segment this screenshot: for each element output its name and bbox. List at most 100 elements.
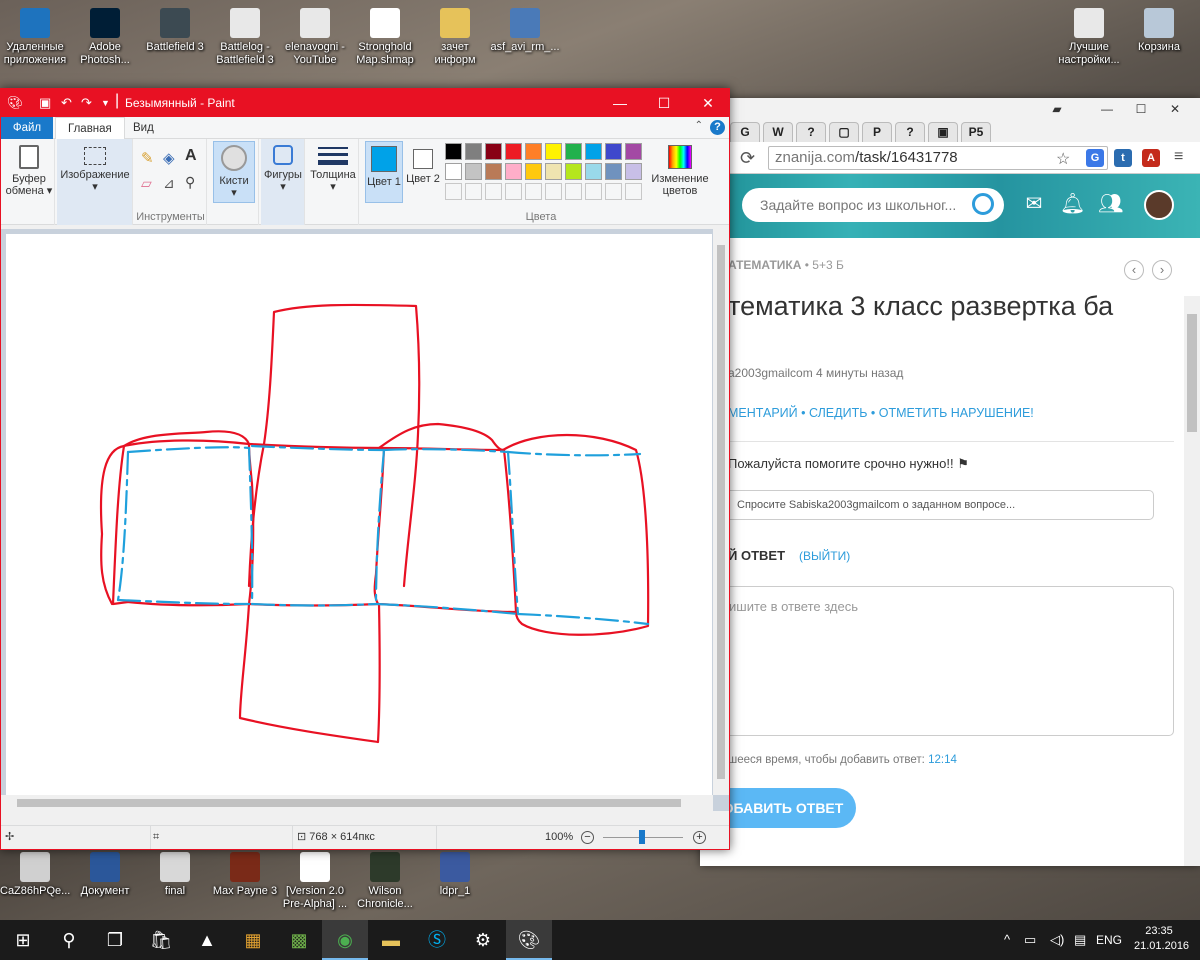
minimize-button[interactable]: — bbox=[597, 89, 643, 117]
palette-swatch[interactable] bbox=[625, 143, 642, 160]
custom-color-slot[interactable] bbox=[565, 183, 582, 200]
bell-icon[interactable]: 🔔︎ bbox=[1060, 194, 1085, 214]
browser-tab[interactable]: P bbox=[862, 122, 892, 142]
custom-color-slot[interactable] bbox=[445, 183, 462, 200]
palette-swatch[interactable] bbox=[605, 143, 622, 160]
palette-swatch[interactable] bbox=[465, 163, 482, 180]
desktop-shortcut[interactable]: Удаленные приложения bbox=[0, 8, 70, 67]
tab-view[interactable]: Вид bbox=[121, 117, 166, 139]
avatar[interactable] bbox=[1144, 190, 1174, 220]
next-arrow-icon[interactable]: › bbox=[1152, 260, 1172, 280]
browser-tab[interactable]: ? bbox=[895, 122, 925, 142]
desktop-shortcut[interactable]: Battlelog - Battlefield 3 bbox=[210, 8, 280, 67]
drawing-canvas[interactable] bbox=[6, 234, 712, 804]
zoom-in-button[interactable]: + bbox=[693, 831, 706, 844]
fill-icon[interactable]: ◈ bbox=[163, 149, 175, 167]
steam-icon[interactable]: ⚙ bbox=[460, 920, 506, 960]
reload-icon[interactable]: ⟳ bbox=[740, 148, 755, 169]
palette-swatch[interactable] bbox=[465, 143, 482, 160]
network-icon[interactable]: ▭ bbox=[1024, 920, 1036, 960]
paint-taskbar-icon[interactable]: 🎨︎ bbox=[506, 920, 552, 960]
desktop-shortcut[interactable]: Max Payne 3 bbox=[210, 852, 280, 898]
notifications-icon[interactable]: ▤ bbox=[1074, 920, 1086, 960]
color1-button[interactable]: Цвет 1 bbox=[365, 141, 403, 203]
desktop-shortcut[interactable]: Лучшие настройки... bbox=[1054, 8, 1124, 67]
chrome-taskbar-icon[interactable]: ◉ bbox=[322, 920, 368, 960]
browser-tab[interactable]: W bbox=[763, 122, 793, 142]
desktop-shortcut[interactable]: final bbox=[140, 852, 210, 898]
mail-icon[interactable]: ✉ bbox=[1022, 194, 1046, 214]
palette-swatch[interactable] bbox=[525, 143, 542, 160]
color2-button[interactable]: Цвет 2 bbox=[405, 141, 441, 203]
custom-color-slot[interactable] bbox=[525, 183, 542, 200]
clipboard-button[interactable]: Буфер обмена ▾ bbox=[5, 143, 53, 207]
clock[interactable]: 23:35 21.01.2016 bbox=[1134, 924, 1189, 954]
tray-chevron-icon[interactable]: ^ bbox=[1004, 920, 1010, 960]
pdf-extension-icon[interactable]: A bbox=[1142, 149, 1160, 167]
browser-minimize-button[interactable]: — bbox=[1090, 98, 1124, 120]
add-answer-button[interactable]: ОБАВИТЬ ОТВЕТ bbox=[710, 788, 856, 828]
palette-swatch[interactable] bbox=[505, 163, 522, 180]
shapes-button[interactable]: Фигуры ▾ bbox=[261, 143, 305, 207]
palette-swatch[interactable] bbox=[445, 163, 462, 180]
palette-swatch[interactable] bbox=[525, 163, 542, 180]
custom-color-slot[interactable] bbox=[505, 183, 522, 200]
desktop-shortcut[interactable]: Stronghold Map.shmap bbox=[350, 8, 420, 67]
friends-icon[interactable]: 👥︎ bbox=[1098, 194, 1123, 214]
paint-app-icon[interactable]: 🎨︎ bbox=[7, 95, 24, 111]
desktop-shortcut[interactable]: CaZ86hPQe... bbox=[0, 852, 70, 898]
desktop-shortcut[interactable]: Battlefield 3 bbox=[140, 8, 210, 54]
custom-color-slot[interactable] bbox=[485, 183, 502, 200]
save-icon[interactable]: ▣ bbox=[39, 95, 51, 111]
palette-swatch[interactable] bbox=[545, 143, 562, 160]
game-icon[interactable]: ▦ bbox=[230, 920, 276, 960]
browser-scrollbar[interactable] bbox=[1184, 296, 1200, 866]
start-button[interactable]: ⊞ bbox=[0, 920, 46, 960]
user-icon[interactable]: ▰ bbox=[1040, 98, 1074, 120]
task-view-button[interactable]: ❐ bbox=[92, 920, 138, 960]
palette-swatch[interactable] bbox=[605, 163, 622, 180]
desktop-shortcut[interactable]: Wilson Chronicle... bbox=[350, 852, 420, 911]
palette-swatch[interactable] bbox=[445, 143, 462, 160]
search-icon[interactable] bbox=[972, 193, 994, 215]
bookmark-star-icon[interactable]: ☆ bbox=[1056, 149, 1070, 169]
volume-icon[interactable]: ◁) bbox=[1050, 920, 1064, 960]
browser-tab[interactable]: ▣ bbox=[928, 122, 958, 142]
minecraft-icon[interactable]: ▩ bbox=[276, 920, 322, 960]
desktop-shortcut[interactable]: asf_avi_rm_... bbox=[490, 8, 560, 54]
custom-color-slot[interactable] bbox=[605, 183, 622, 200]
color-picker-icon[interactable]: ⊿ bbox=[163, 175, 175, 192]
browser-tab[interactable]: ▢ bbox=[829, 122, 859, 142]
image-button[interactable]: Изображение ▾ bbox=[59, 143, 131, 207]
pencil-icon[interactable]: ✎ bbox=[141, 149, 154, 167]
skype-icon[interactable]: Ⓢ bbox=[414, 920, 460, 960]
palette-swatch[interactable] bbox=[625, 163, 642, 180]
magnifier-icon[interactable]: ⚲ bbox=[185, 174, 195, 191]
answer-textarea[interactable]: ишите в ответе здесь bbox=[720, 586, 1174, 736]
browser-tab[interactable]: P5 bbox=[961, 122, 991, 142]
file-menu[interactable]: Файл bbox=[1, 117, 53, 139]
help-icon[interactable]: ? bbox=[710, 120, 725, 135]
custom-color-slot[interactable] bbox=[545, 183, 562, 200]
exit-link[interactable]: (ВЫЙТИ) bbox=[799, 549, 850, 563]
desktop-shortcut[interactable]: [Version 2.0 Pre-Alpha] ... bbox=[280, 852, 350, 911]
store-icon[interactable]: 🛍︎ bbox=[138, 920, 184, 960]
redo-icon[interactable]: ↷ bbox=[81, 95, 92, 111]
eraser-icon[interactable]: ▱ bbox=[141, 175, 152, 192]
custom-color-slot[interactable] bbox=[585, 183, 602, 200]
browser-maximize-button[interactable]: ☐ bbox=[1124, 98, 1158, 120]
palette-swatch[interactable] bbox=[585, 143, 602, 160]
search-button[interactable]: ⚲ bbox=[46, 920, 92, 960]
zoom-slider-thumb[interactable] bbox=[639, 830, 645, 844]
size-button[interactable]: Толщина ▾ bbox=[309, 143, 357, 207]
desktop-shortcut[interactable]: Корзина bbox=[1124, 8, 1194, 54]
browser-close-button[interactable]: ✕ bbox=[1158, 98, 1192, 120]
palette-swatch[interactable] bbox=[565, 163, 582, 180]
brushes-button[interactable]: Кисти ▾ bbox=[213, 141, 255, 203]
extension-t-icon[interactable]: t bbox=[1114, 149, 1132, 167]
desktop-shortcut[interactable]: зачет информ bbox=[420, 8, 490, 67]
browser-tab[interactable]: ? bbox=[796, 122, 826, 142]
edit-colors-button[interactable]: Изменение цветов bbox=[649, 143, 711, 207]
customize-quick-access-icon[interactable]: ▼ bbox=[101, 98, 110, 108]
ask-author-input[interactable]: Спросите Sabiska2003gmailcom о заданном … bbox=[720, 490, 1154, 520]
